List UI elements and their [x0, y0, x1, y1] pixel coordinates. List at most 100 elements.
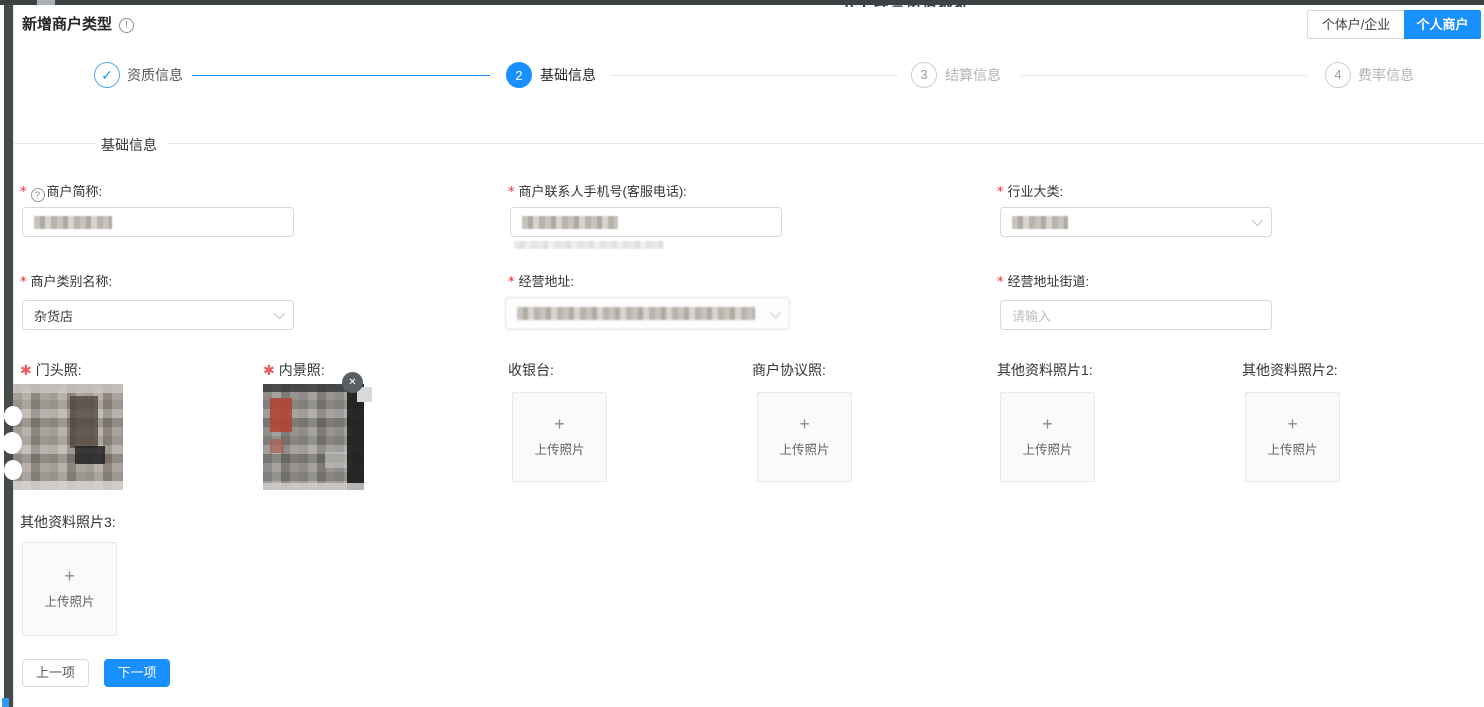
upload-photo-text: 上传照片 — [1267, 439, 1317, 458]
merchant-short-name-input[interactable] — [22, 207, 294, 237]
photo-pixel-patch — [263, 384, 347, 392]
business-address-label: * 经营地址: — [508, 271, 574, 290]
step-3-circle: 3 — [911, 62, 937, 88]
photo-pixel-patch — [325, 452, 347, 468]
photo-pixel-patch — [270, 439, 284, 453]
required-marker: * — [508, 185, 515, 200]
info-circle-icon[interactable]: ! — [119, 18, 134, 33]
plus-icon: + — [554, 416, 565, 432]
contact-phone-label: * 商户联系人手机号(客服电话): — [508, 181, 687, 200]
next-step-button[interactable]: 下一项 — [104, 659, 170, 687]
merchant-category-select[interactable]: 杂货店 — [22, 300, 294, 330]
background-left-strip — [4, 0, 13, 707]
toggle-personal-merchant-button[interactable]: 个人商户 — [1404, 10, 1481, 39]
upload-photo-text: 上传照片 — [44, 591, 94, 610]
other-photo-2-upload[interactable]: + 上传照片 — [1245, 392, 1340, 482]
other-photo-3-upload[interactable]: + 上传照片 — [22, 542, 117, 636]
step-connector-1 — [192, 75, 490, 76]
plus-icon: + — [1287, 416, 1298, 432]
photo-pixel-patch — [75, 446, 105, 464]
previous-step-button[interactable]: 上一项 — [22, 659, 89, 687]
background-top-strip — [0, 0, 1484, 5]
agreement-photo-upload[interactable]: + 上传照片 — [757, 392, 852, 482]
upload-photo-text: 上传照片 — [1022, 439, 1072, 458]
step-2-label: 基础信息 — [540, 62, 596, 88]
section-title: 基础信息 — [98, 135, 160, 155]
industry-category-label: * 行业大类: — [997, 181, 1063, 200]
cashier-photo-upload[interactable]: + 上传照片 — [512, 392, 607, 482]
storefront-photo-label: ✱门头照: — [20, 360, 82, 380]
step-4-circle: 4 — [1325, 62, 1351, 88]
redaction-blob — [4, 406, 22, 426]
required-marker: * — [997, 185, 1004, 200]
merchant-category-label-text: 商户类别名称: — [31, 274, 113, 289]
upload-photo-text: 上传照片 — [779, 439, 829, 458]
address-street-label-text: 经营地址街道: — [1008, 274, 1090, 289]
photo-pixel-patch — [263, 483, 364, 490]
required-marker: * — [20, 275, 27, 290]
step-3-label: 结算信息 — [945, 62, 1001, 88]
photo-pixel-patch — [70, 396, 98, 448]
page-title: 新增商户类型! — [22, 13, 134, 34]
storefront-photo-thumbnail[interactable] — [13, 384, 123, 490]
interior-photo-label-text: 内景照: — [279, 362, 325, 378]
chevron-down-icon — [1252, 215, 1263, 226]
required-marker: ✱ — [20, 362, 32, 378]
industry-category-label-text: 行业大类: — [1008, 184, 1064, 199]
step-1-label: 资质信息 — [127, 62, 183, 88]
chevron-down-icon — [770, 306, 781, 317]
remove-interior-photo-button[interactable]: ✕ — [342, 372, 363, 393]
interior-photo-label: ✱内景照: — [263, 360, 325, 380]
industry-category-select[interactable] — [1000, 207, 1272, 237]
storefront-photo-label-text: 门头照: — [36, 362, 82, 378]
other-photo-1-upload[interactable]: + 上传照片 — [1000, 392, 1095, 482]
background-bottom-mark — [2, 698, 9, 707]
redacted-value — [34, 216, 112, 229]
redaction-blob — [2, 432, 22, 454]
panel-left-border — [13, 5, 14, 707]
step-connector-2 — [610, 75, 898, 76]
merchant-category-label: * 商户类别名称: — [20, 271, 112, 290]
plus-icon: + — [64, 568, 75, 584]
photo-pixel-patch — [13, 384, 123, 393]
step-2-circle: 2 — [506, 62, 532, 88]
other-photo-1-label: 其他资料照片1: — [997, 360, 1093, 380]
merchant-short-name-label: *?商户简称: — [20, 181, 102, 202]
section-divider-right — [168, 143, 1484, 144]
step-4-label: 费率信息 — [1358, 62, 1414, 88]
section-divider-left — [14, 143, 96, 144]
required-marker: * — [997, 275, 1004, 290]
contact-phone-input[interactable] — [510, 207, 782, 237]
redacted-value — [517, 307, 755, 320]
business-address-label-text: 经营地址: — [519, 274, 575, 289]
business-address-cascader[interactable] — [505, 297, 790, 330]
other-photo-3-label: 其他资料照片3: — [20, 512, 116, 532]
close-icon: ✕ — [348, 377, 356, 388]
check-icon: ✓ — [101, 67, 113, 83]
question-circle-icon[interactable]: ? — [31, 188, 45, 202]
toggle-individual-enterprise-button[interactable]: 个体户/企业 — [1307, 10, 1405, 39]
address-street-input[interactable]: 请输入 — [1000, 300, 1272, 330]
address-street-label: * 经营地址街道: — [997, 271, 1089, 290]
other-photo-2-label: 其他资料照片2: — [1242, 360, 1338, 380]
agreement-photo-label: 商户协议照: — [752, 360, 826, 380]
redaction-blob — [4, 460, 22, 480]
merchant-short-name-label-text: 商户简称: — [47, 184, 103, 199]
background-top-notch — [37, 0, 55, 5]
photo-pixel-patch — [13, 481, 123, 490]
redacted-value — [522, 216, 618, 229]
photo-pixel-patch — [270, 398, 292, 432]
redacted-value — [1012, 216, 1068, 229]
address-street-placeholder: 请输入 — [1012, 306, 1051, 325]
required-marker: * — [508, 275, 515, 290]
step-connector-3 — [1020, 75, 1308, 76]
contact-phone-label-text: 商户联系人手机号(客服电话): — [519, 184, 687, 199]
interior-photo-thumbnail[interactable] — [263, 384, 364, 490]
page-title-text: 新增商户类型 — [22, 16, 112, 33]
required-marker: ✱ — [263, 362, 275, 378]
required-marker: * — [20, 185, 27, 200]
upload-photo-text: 上传照片 — [534, 439, 584, 458]
step-1-circle: ✓ — [94, 62, 120, 88]
plus-icon: + — [1042, 416, 1053, 432]
cashier-photo-label: 收银台: — [508, 360, 554, 380]
